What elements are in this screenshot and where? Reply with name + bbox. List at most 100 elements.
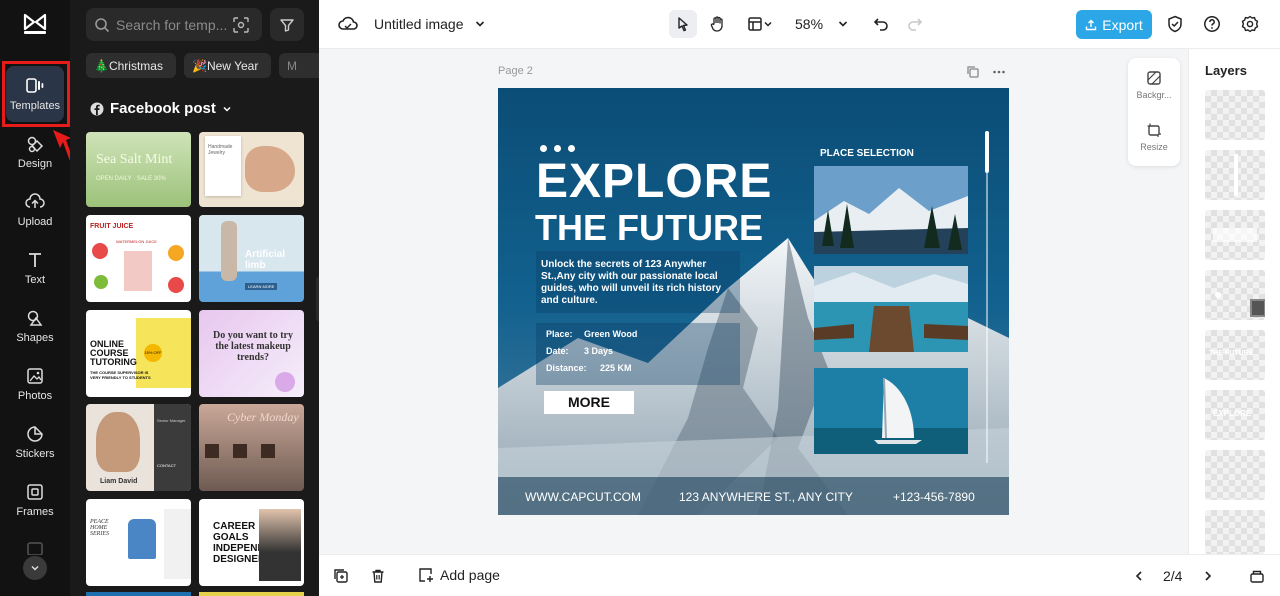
next-page-button[interactable]	[1200, 568, 1216, 584]
rail-item-photos[interactable]: Photos	[6, 356, 64, 412]
layer-item[interactable]	[1205, 90, 1265, 140]
headline-explore[interactable]: EXPLORE	[536, 156, 772, 208]
cloud-icon	[338, 16, 358, 30]
photo-sail-hotel[interactable]	[814, 368, 968, 454]
rail-item-stickers[interactable]: Stickers	[6, 414, 64, 470]
more-button[interactable]: MORE	[544, 391, 634, 414]
thumb-text: Handmade Jewelry	[208, 144, 233, 156]
headline-the-future[interactable]: THE FUTURE	[535, 208, 763, 248]
template-thumb-jewelry[interactable]: Handmade Jewelry	[199, 132, 304, 207]
chip-new-year[interactable]: 🎉New Year	[184, 53, 271, 78]
duplicate-button[interactable]	[332, 567, 350, 585]
resize-tool-button[interactable]: Resize	[1128, 122, 1180, 152]
rail-more-button[interactable]	[23, 556, 47, 580]
thumb-text: Sea Salt Mint	[96, 152, 173, 167]
template-thumb-peace-home[interactable]: PEACE HOME SERIES	[86, 499, 191, 586]
hand-tool-button[interactable]	[704, 10, 732, 38]
footer-website[interactable]: WWW.CAPCUT.COM	[525, 490, 641, 504]
chip-more[interactable]: M	[279, 53, 319, 78]
layer-item[interactable]	[1205, 510, 1265, 554]
photos-icon	[27, 368, 43, 384]
add-page-button[interactable]: Add page	[418, 567, 500, 583]
zoom-menu-button[interactable]	[835, 16, 851, 32]
photo-dock-lake[interactable]	[814, 266, 968, 352]
thumb-badge: 15% OFF	[144, 344, 162, 362]
layout-menu-button[interactable]	[741, 10, 779, 38]
help-button[interactable]	[1202, 14, 1222, 34]
shapes-icon	[27, 310, 43, 326]
chip-christmas[interactable]: 🎄Christmas	[86, 53, 176, 78]
page-more-button[interactable]	[991, 64, 1007, 80]
template-thumb-fruit-juice[interactable]: FRUIT JUICE WATERMELON JUICE	[86, 215, 191, 302]
layer-item[interactable]: THE FUTURE	[1205, 330, 1265, 380]
cloud-save-button[interactable]	[337, 14, 359, 34]
layer-item[interactable]	[1205, 150, 1265, 200]
design-canvas[interactable]: EXPLORE THE FUTURE Unlock the secrets of…	[498, 88, 1009, 515]
delete-page-button[interactable]	[369, 567, 387, 585]
template-search-input[interactable]	[116, 16, 226, 33]
thumb-card: Handmade Jewelry	[205, 136, 241, 196]
slide-dots	[540, 145, 580, 153]
thumb-text: LEARN MORE	[245, 283, 278, 290]
layer-item[interactable]: EXPLORE	[1205, 390, 1265, 440]
layer-label: THE FUTURE	[1209, 350, 1254, 357]
detail-place-value: Green Wood	[584, 329, 638, 339]
photo-mountain-lake[interactable]	[814, 166, 968, 254]
template-thumb-liam-david[interactable]: Senior Manager CONTACT Liam David	[86, 404, 191, 491]
thumb-block	[164, 509, 191, 579]
filter-button[interactable]	[270, 8, 304, 41]
duplicate-page-button[interactable]	[965, 64, 981, 80]
design-icon	[27, 136, 44, 153]
page-label: Page 2	[498, 65, 533, 77]
details-box[interactable]: Place: Green Wood Date: 3 Days Distance:…	[536, 323, 740, 385]
select-tool-button[interactable]	[669, 10, 697, 38]
layers-title: Layers	[1205, 63, 1247, 78]
template-search-box[interactable]	[86, 8, 262, 41]
template-thumb-sea-salt[interactable]: Sea Salt Mint OPEN DAILY · SALE 30%	[86, 132, 191, 207]
template-thumb-online-course[interactable]: ONLINE COURSE TUTORING THE COURSE SUPERV…	[86, 310, 191, 397]
body-text-box[interactable]: Unlock the secrets of 123 Anywher St.,An…	[536, 251, 740, 313]
document-title[interactable]: Untitled image	[374, 16, 464, 32]
shield-button[interactable]	[1165, 14, 1185, 34]
bottom-toolbar: Add page 2/4	[319, 554, 1280, 596]
capcut-logo-icon[interactable]	[22, 12, 48, 36]
shield-icon	[1168, 15, 1182, 33]
place-selection-label[interactable]: PLACE SELECTION	[820, 148, 914, 159]
export-button[interactable]: Export	[1076, 10, 1152, 39]
canvas-side-tools: Backgr... Resize	[1128, 58, 1180, 166]
copy-icon	[967, 66, 979, 78]
rail-item-shapes[interactable]: Shapes	[6, 298, 64, 354]
template-thumb-artificial-limb[interactable]: Artificial limb LEARN MORE	[199, 215, 304, 302]
thumb-fruit	[168, 277, 184, 293]
layer-item[interactable]	[1205, 450, 1265, 500]
trash-icon	[372, 569, 384, 583]
template-thumb-makeup[interactable]: Do you want to try the latest makeup tre…	[199, 310, 304, 397]
zoom-level[interactable]: 58%	[795, 16, 823, 32]
settings-button[interactable]	[1240, 14, 1260, 34]
image-search-icon[interactable]	[232, 16, 250, 34]
page-panel-button[interactable]	[1248, 567, 1266, 585]
rail-item-upload[interactable]: Upload	[6, 182, 64, 238]
layer-item[interactable]	[1205, 210, 1265, 260]
rail-item-text[interactable]: Text	[6, 240, 64, 296]
thumb-text: WATERMELON JUICE	[116, 239, 157, 244]
rail-item-frames[interactable]: Frames	[6, 472, 64, 528]
background-tool-button[interactable]: Backgr...	[1128, 70, 1180, 100]
template-thumb-career-goals[interactable]: CAREER GOALS INDEPENDENT DESIGNER	[199, 499, 304, 586]
undo-button[interactable]	[871, 14, 891, 34]
rail-label-design: Design	[17, 158, 53, 170]
layer-preview-bar	[1234, 154, 1238, 196]
rail-label-shapes: Shapes	[16, 332, 54, 344]
layer-item[interactable]	[1205, 270, 1265, 320]
page-indicator: 2/4	[1163, 568, 1183, 584]
title-menu-button[interactable]	[472, 16, 488, 32]
redo-button[interactable]	[905, 14, 925, 34]
footer-phone[interactable]: +123-456-7890	[893, 490, 975, 504]
footer-address[interactable]: 123 ANYWHERE ST., ANY CITY	[679, 490, 853, 504]
add-page-icon	[419, 568, 433, 582]
background-icon	[1147, 71, 1161, 85]
previous-page-button[interactable]	[1131, 568, 1147, 584]
section-facebook-post[interactable]: Facebook post	[90, 100, 232, 117]
capcut-editor: Templates Design Upload Text Shapes Phot…	[0, 0, 1280, 596]
template-thumb-cyber-monday[interactable]: Cyber Monday	[199, 404, 304, 491]
